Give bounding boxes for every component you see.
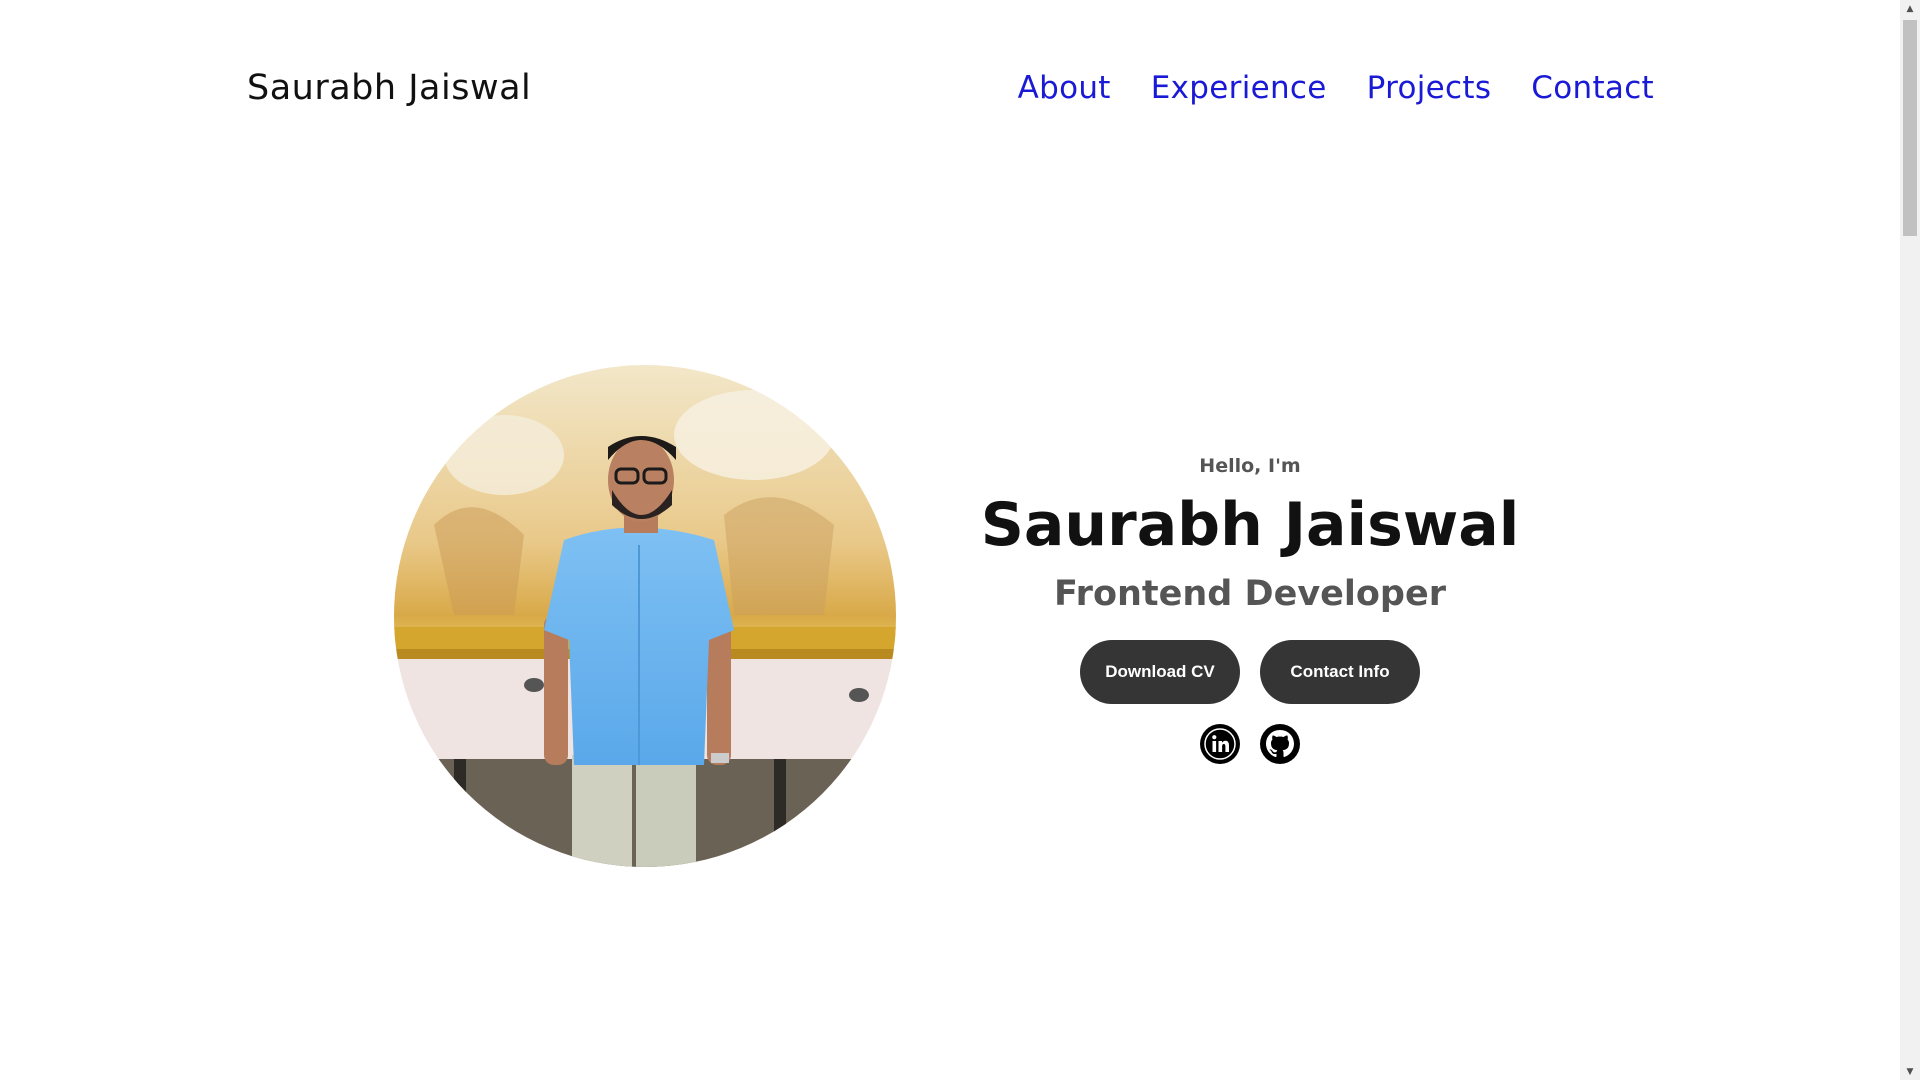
nav-link-about[interactable]: About [1018,70,1111,106]
hero-buttons: Download CV Contact Info [955,640,1545,704]
nav-link-experience[interactable]: Experience [1151,70,1327,106]
github-icon[interactable] [1260,724,1300,764]
linkedin-icon[interactable] [1200,724,1240,764]
nav-link-contact[interactable]: Contact [1531,70,1654,106]
site-logo[interactable]: Saurabh Jaiswal [247,68,531,108]
vertical-scrollbar[interactable]: ▲ ▼ [1900,0,1920,1080]
nav-link-projects[interactable]: Projects [1367,70,1492,106]
scroll-down-arrow[interactable]: ▼ [1900,1063,1920,1080]
contact-info-button[interactable]: Contact Info [1260,640,1420,704]
hero-text: Hello, I'm Saurabh Jaiswal Frontend Deve… [955,455,1545,764]
social-links [955,724,1545,764]
scroll-thumb[interactable] [1903,20,1917,236]
hero-role: Frontend Developer [1054,574,1446,614]
hero-greeting: Hello, I'm [1199,455,1301,477]
profile-photo [394,365,896,867]
hero-name: Saurabh Jaiswal [980,490,1520,560]
scroll-up-arrow[interactable]: ▲ [1900,0,1920,17]
nav-links: About Experience Projects Contact [1018,70,1654,106]
profile-photo-illustration [394,365,896,867]
page: Saurabh Jaiswal About Experience Project… [0,0,1920,1080]
download-cv-button[interactable]: Download CV [1080,640,1240,704]
